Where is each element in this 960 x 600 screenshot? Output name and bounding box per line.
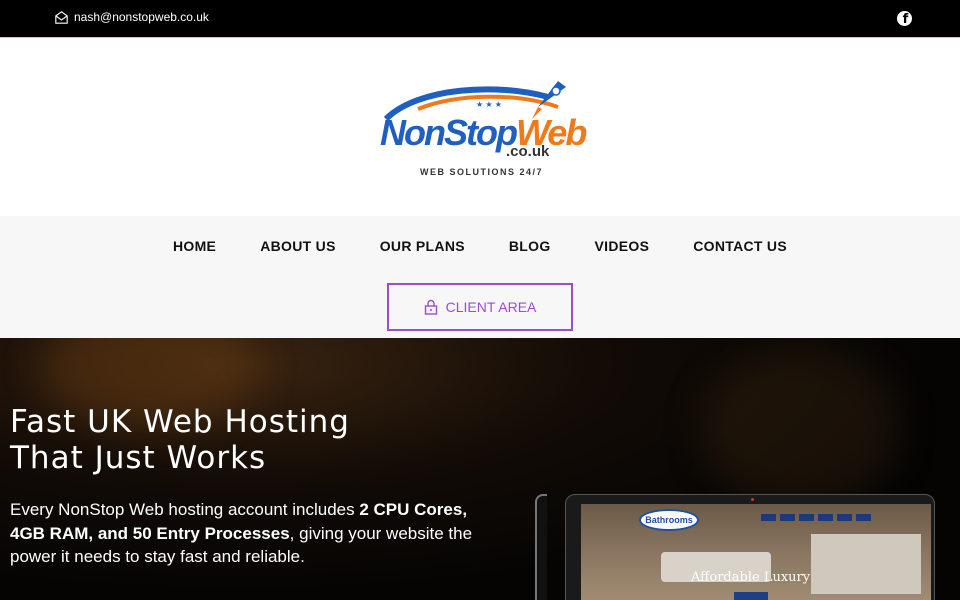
hero-section: Fast UK Web Hosting That Just Works Every… — [0, 338, 960, 600]
envelope-icon — [55, 10, 68, 24]
logo-domain: .co.uk — [506, 143, 550, 160]
hero-title: Fast UK Web Hosting That Just Works — [10, 404, 350, 476]
top-bar: nash@nonstopweb.co.uk f — [0, 0, 960, 38]
preview-caption: Affordable Luxury — [691, 570, 811, 585]
laptop-camera — [751, 498, 754, 501]
nav-about-us[interactable]: ABOUT US — [238, 238, 358, 254]
client-area-button[interactable]: CLIENT AREA — [387, 283, 573, 331]
facebook-icon[interactable]: f — [897, 11, 912, 26]
logo-wordmark: NonStopWeb — [380, 112, 587, 153]
lock-icon — [424, 299, 437, 315]
svg-text:★ ★ ★: ★ ★ ★ — [476, 100, 502, 109]
laptop-mockup: Bathrooms Affordable Luxury — [535, 494, 935, 600]
email-link[interactable]: nash@nonstopweb.co.uk — [55, 10, 209, 24]
nav-videos[interactable]: VIDEOS — [573, 238, 672, 254]
nav-home[interactable]: HOME — [151, 238, 238, 254]
preview-menu — [761, 514, 891, 524]
logo-header: ★ ★ ★ NonStopWeb .co.uk WEB SOLUTIONS 24… — [0, 39, 960, 216]
site-logo[interactable]: ★ ★ ★ NonStopWeb .co.uk WEB SOLUTIONS 24… — [378, 79, 587, 184]
logo-tagline: WEB SOLUTIONS 24/7 — [420, 167, 544, 177]
preview-button — [734, 592, 768, 600]
client-area-label: CLIENT AREA — [445, 299, 537, 315]
hero-description: Every NonStop Web hosting account includ… — [10, 500, 473, 566]
email-text: nash@nonstopweb.co.uk — [74, 10, 209, 24]
preview-logo-badge: Bathrooms — [639, 509, 699, 531]
main-navigation: HOME ABOUT US OUR PLANS BLOG VIDEOS CONT… — [0, 216, 960, 338]
nav-blog[interactable]: BLOG — [487, 238, 573, 254]
nav-contact-us[interactable]: CONTACT US — [671, 238, 809, 254]
nav-our-plans[interactable]: OUR PLANS — [358, 238, 487, 254]
laptop-screen-preview: Bathrooms Affordable Luxury — [581, 504, 931, 600]
